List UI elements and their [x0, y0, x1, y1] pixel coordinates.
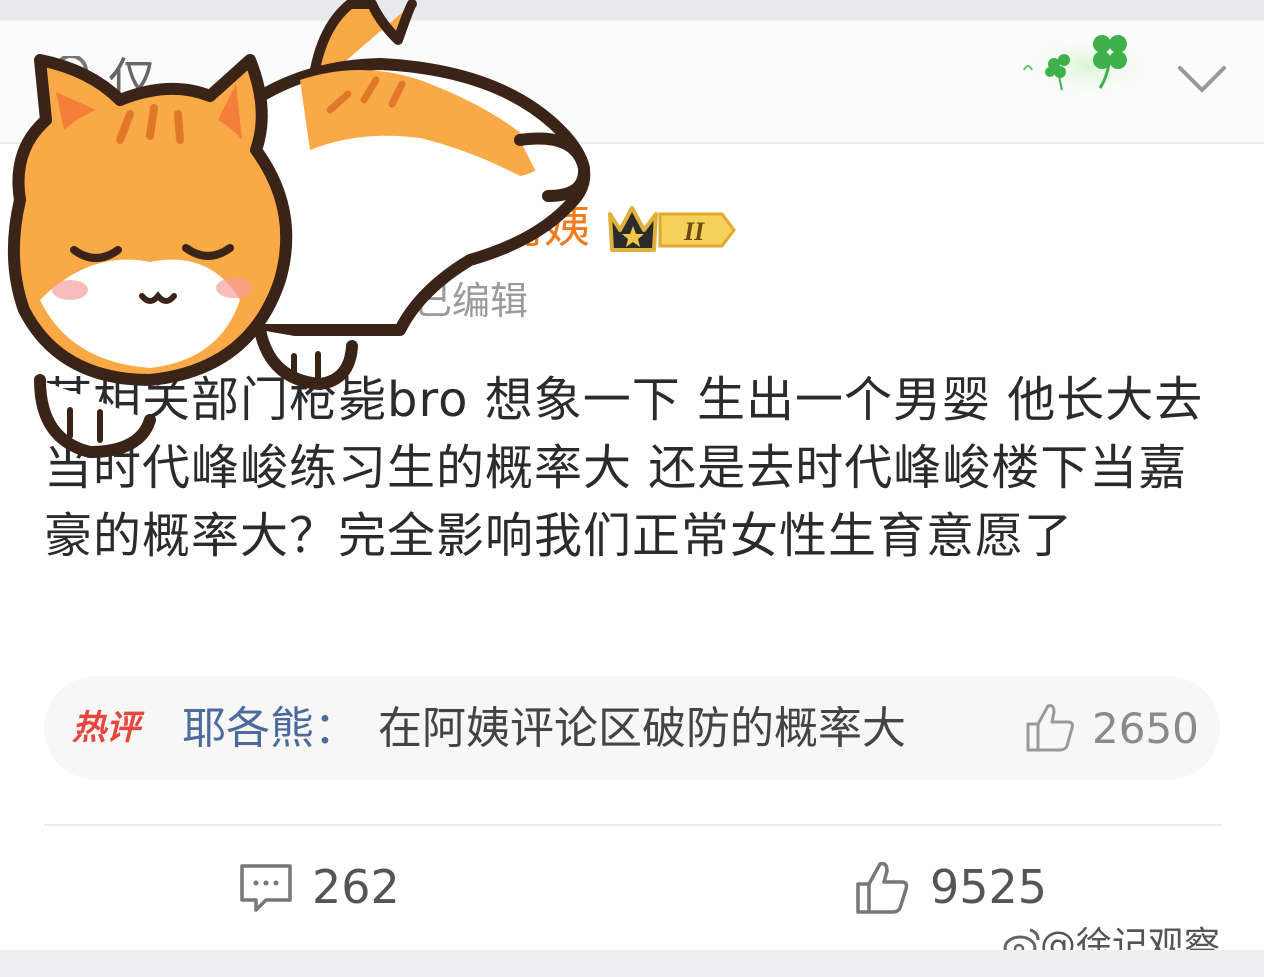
bottom-strip [0, 950, 1264, 977]
hot-reply-text: 在阿姨评论区破防的概率大 [378, 703, 906, 754]
sleeping-cat-sticker [7, 0, 591, 459]
chevron-down-icon[interactable] [1176, 62, 1228, 98]
hot-reply-user[interactable]: 耶各熊： [182, 702, 358, 756]
hot-reply[interactable]: 热评 耶各熊： 在阿姨评论区破防的概率大 2650 [44, 676, 1220, 780]
clover-icon [1013, 28, 1160, 104]
footer-divider [44, 824, 1222, 826]
like-count[interactable]: 9525 [930, 858, 1047, 916]
hot-reply-tag: 热评 [72, 708, 140, 748]
thumbs-up-icon[interactable] [1022, 700, 1078, 756]
badge-level-text: II [683, 217, 705, 246]
crown-badge-icon[interactable]: II [604, 200, 738, 256]
reply-count[interactable]: 262 [312, 858, 400, 916]
hot-reply-like-count: 2650 [1092, 704, 1199, 753]
thumbs-up-icon[interactable] [852, 858, 912, 918]
comment-icon[interactable] [238, 862, 294, 914]
